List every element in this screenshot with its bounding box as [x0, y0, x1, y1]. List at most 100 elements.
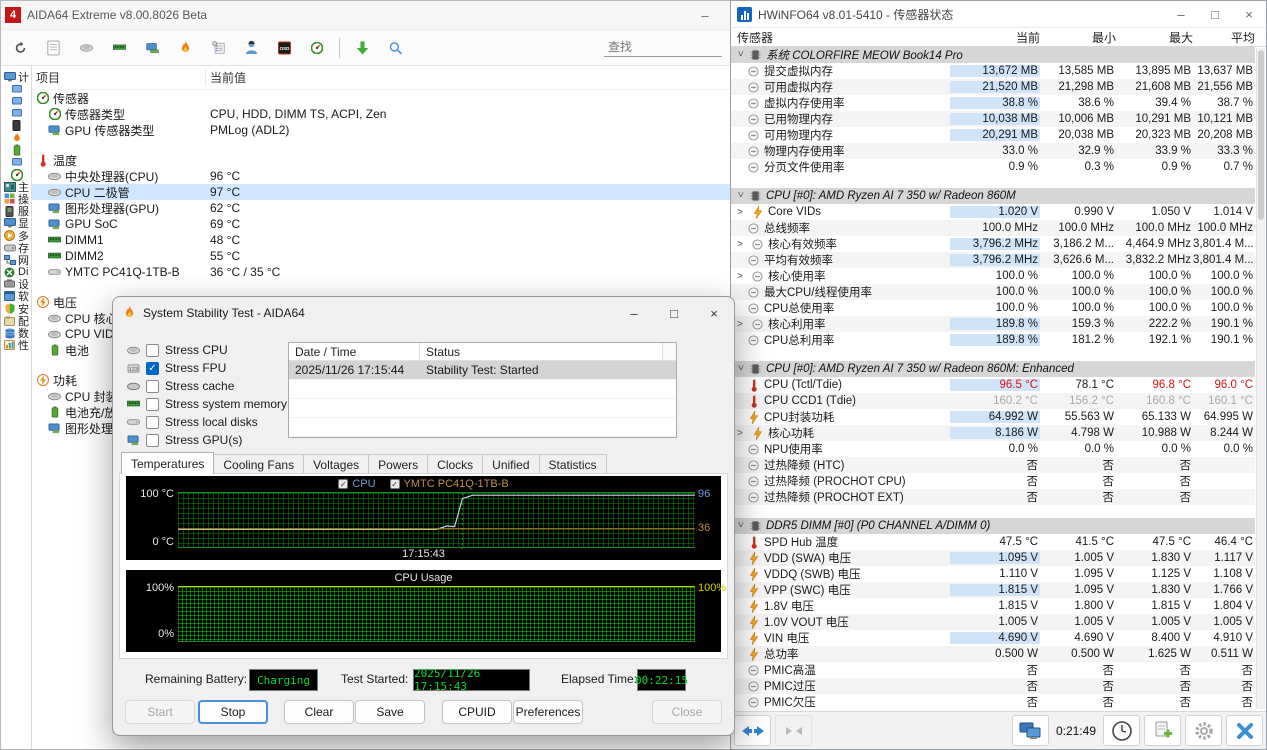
- log-scrollbar[interactable]: [662, 343, 676, 360]
- column-maximum[interactable]: 最大: [1116, 29, 1193, 46]
- sidebar-item-操[interactable]: 操: [1, 193, 31, 205]
- memory-icon-button[interactable]: [108, 37, 130, 59]
- close-button[interactable]: Close: [652, 700, 722, 724]
- gpu-icon-button[interactable]: [141, 37, 163, 59]
- log-column-status[interactable]: Status: [420, 345, 662, 359]
- user-icon-button[interactable]: [240, 37, 262, 59]
- sensor-row[interactable]: >Core VIDs1.020 V0.990 V1.050 V1.014 V: [731, 204, 1255, 220]
- sidebar-item-battery-6[interactable]: [1, 144, 31, 156]
- sidebar-item-多[interactable]: 多: [1, 229, 31, 241]
- sensor-row[interactable]: 1.0V VOUT 电压1.005 V1.005 V1.005 V1.005 V: [731, 614, 1255, 630]
- sensor-row[interactable]: >核心利用率189.8 %159.3 %222.2 %190.1 %: [731, 316, 1255, 332]
- tree-row[interactable]: DIMM148 °C: [32, 232, 730, 248]
- sidebar-item-Di[interactable]: Di: [1, 266, 31, 278]
- stop-button[interactable]: Stop: [198, 700, 268, 724]
- download-icon-button[interactable]: [351, 37, 373, 59]
- sensor-row[interactable]: >核心有效频率3,796.2 MHz3,186.2 M...4,464.9 MH…: [731, 236, 1255, 252]
- maximize-button[interactable]: □: [1198, 1, 1232, 27]
- sensor-row[interactable]: 分页文件使用率0.9 %0.3 %0.9 %0.7 %: [731, 159, 1255, 175]
- sensor-row[interactable]: 总线频率100.0 MHz100.0 MHz100.0 MHz100.0 MHz: [731, 220, 1255, 236]
- tree-row[interactable]: GPU SoC69 °C: [32, 216, 730, 232]
- stress-test-flame-icon-button[interactable]: [174, 37, 196, 59]
- sensor-row[interactable]: 平均有效频率3,796.2 MHz3,626.6 M...3,832.2 MHz…: [731, 252, 1255, 268]
- collapse-arrows-button[interactable]: [775, 715, 812, 746]
- sensor-section-header[interactable]: >系统 COLORFIRE MEOW Book14 Pro: [731, 47, 1255, 63]
- sensor-row[interactable]: PMIC过压否否否否: [731, 678, 1255, 694]
- sensor-row[interactable]: 最大CPU/线程使用率100.0 %100.0 %100.0 %100.0 %: [731, 284, 1255, 300]
- column-value[interactable]: 当前值: [206, 69, 246, 86]
- clock-button[interactable]: [1103, 715, 1140, 746]
- preferences-button[interactable]: Preferences: [513, 700, 583, 724]
- sidebar-item-网[interactable]: 网: [1, 254, 31, 266]
- tab-cooling-fans[interactable]: Cooling Fans: [213, 454, 304, 474]
- refresh-icon-button[interactable]: [9, 37, 31, 59]
- search-icon-button[interactable]: [384, 37, 406, 59]
- sensor-row[interactable]: CPU总利用率189.8 %181.2 %192.1 %190.1 %: [731, 332, 1255, 348]
- sidebar-item-subpage-7[interactable]: [1, 156, 31, 168]
- nav-arrows-button[interactable]: [734, 715, 771, 746]
- column-minimum[interactable]: 最小: [1040, 29, 1116, 46]
- remote-monitors-button[interactable]: [1012, 715, 1049, 746]
- tab-temperatures[interactable]: Temperatures: [121, 452, 214, 474]
- log-column-datetime[interactable]: Date / Time: [289, 343, 420, 360]
- checkbox[interactable]: ✓: [146, 362, 159, 375]
- minimize-button[interactable]: –: [614, 298, 654, 328]
- report-add-button[interactable]: [1144, 715, 1181, 746]
- tree-row[interactable]: GPU 传感器类型PMLog (ADL2): [32, 122, 730, 138]
- sensor-row[interactable]: >核心功耗8.186 W4.798 W10.988 W8.244 W: [731, 425, 1255, 441]
- settings-gear-button[interactable]: [1185, 715, 1222, 746]
- log-row[interactable]: 2025/11/26 17:15:44Stability Test: Start…: [289, 361, 676, 380]
- sidebar-item-存[interactable]: 存: [1, 242, 31, 254]
- tab-powers[interactable]: Powers: [368, 454, 428, 474]
- sidebar-item-device-4[interactable]: [1, 120, 31, 132]
- sidebar-item-计[interactable]: 计: [1, 71, 31, 83]
- column-item[interactable]: 项目: [32, 69, 206, 86]
- sensor-row[interactable]: VDD (SWA) 电压1.095 V1.005 V1.830 V1.117 V: [731, 550, 1255, 566]
- sidebar-item-配[interactable]: 配: [1, 315, 31, 327]
- chevron-down-icon[interactable]: >: [735, 191, 746, 201]
- sensor-row[interactable]: PMIC欠压否否否否: [731, 694, 1255, 710]
- sensor-row[interactable]: 可用物理内存20,291 MB20,038 MB20,323 MB20,208 …: [731, 127, 1255, 143]
- start-button[interactable]: Start: [125, 700, 195, 724]
- sensor-row[interactable]: NPU使用率0.0 %0.0 %0.0 %0.0 %: [731, 441, 1255, 457]
- sidebar-item-安[interactable]: 安: [1, 303, 31, 315]
- chevron-right-icon[interactable]: >: [737, 207, 747, 218]
- maximize-button[interactable]: □: [654, 298, 694, 328]
- sensor-row[interactable]: VPP (SWC) 电压1.815 V1.095 V1.830 V1.766 V: [731, 582, 1255, 598]
- sensor-row[interactable]: 虚拟内存使用率38.8 %38.6 %39.4 %38.7 %: [731, 95, 1255, 111]
- tab-voltages[interactable]: Voltages: [303, 454, 369, 474]
- chevron-right-icon[interactable]: >: [737, 319, 747, 330]
- column-average[interactable]: 平均: [1193, 29, 1255, 46]
- sensor-row[interactable]: 1.8V 电压1.815 V1.800 V1.815 V1.804 V: [731, 598, 1255, 614]
- sidebar-item-主[interactable]: 主: [1, 181, 31, 193]
- tree-row[interactable]: YMTC PC41Q-1TB-B36 °C / 35 °C: [32, 264, 730, 280]
- sensor-row[interactable]: 提交虚拟内存13,672 MB13,585 MB13,895 MB13,637 …: [731, 63, 1255, 79]
- sidebar-item-subpage-2[interactable]: [1, 95, 31, 107]
- sensor-row[interactable]: 物理内存使用率33.0 %32.9 %33.9 %33.3 %: [731, 143, 1255, 159]
- cpu-icon-button[interactable]: [75, 37, 97, 59]
- checkbox[interactable]: [146, 380, 159, 393]
- sensor-row[interactable]: 过热降频 (HTC)否否否: [731, 457, 1255, 473]
- tab-clocks[interactable]: Clocks: [427, 454, 483, 474]
- sidebar-item-设[interactable]: 设: [1, 278, 31, 290]
- clear-button[interactable]: Clear: [284, 700, 354, 724]
- sensor-section-header[interactable]: >CPU [#0]: AMD Ryzen AI 7 350 w/ Radeon …: [731, 361, 1255, 377]
- sidebar-item-flame-mini-5[interactable]: [1, 132, 31, 144]
- sensor-row[interactable]: VIN 电压4.690 V4.690 V8.400 V4.910 V: [731, 630, 1255, 646]
- sensor-row[interactable]: 总功率0.500 W0.500 W1.625 W0.511 W: [731, 646, 1255, 662]
- sidebar-item-subpage-3[interactable]: [1, 108, 31, 120]
- cpuid-button[interactable]: CPUID: [442, 700, 512, 724]
- checkbox[interactable]: [146, 434, 159, 447]
- tree-row[interactable]: 传感器类型CPU, HDD, DIMM TS, ACPI, Zen: [32, 106, 730, 122]
- checkbox[interactable]: [146, 398, 159, 411]
- sensor-section-header[interactable]: >DDR5 DIMM [#0] (P0 CHANNEL A/DIMM 0): [731, 518, 1255, 534]
- chevron-down-icon[interactable]: >: [735, 521, 746, 531]
- osd-icon-button[interactable]: OSD: [273, 37, 295, 59]
- search-input[interactable]: [604, 38, 722, 57]
- tree-row[interactable]: DIMM255 °C: [32, 248, 730, 264]
- tree-row[interactable]: 中央处理器(CPU)96 °C: [32, 168, 730, 184]
- sidebar-item-软[interactable]: 软: [1, 290, 31, 302]
- sensor-row[interactable]: 已用物理内存10,038 MB10,006 MB10,291 MB10,121 …: [731, 111, 1255, 127]
- sensor-row[interactable]: CPU封装功耗64.992 W55.563 W65.133 W64.995 W: [731, 409, 1255, 425]
- sidebar-item-数[interactable]: 数: [1, 327, 31, 339]
